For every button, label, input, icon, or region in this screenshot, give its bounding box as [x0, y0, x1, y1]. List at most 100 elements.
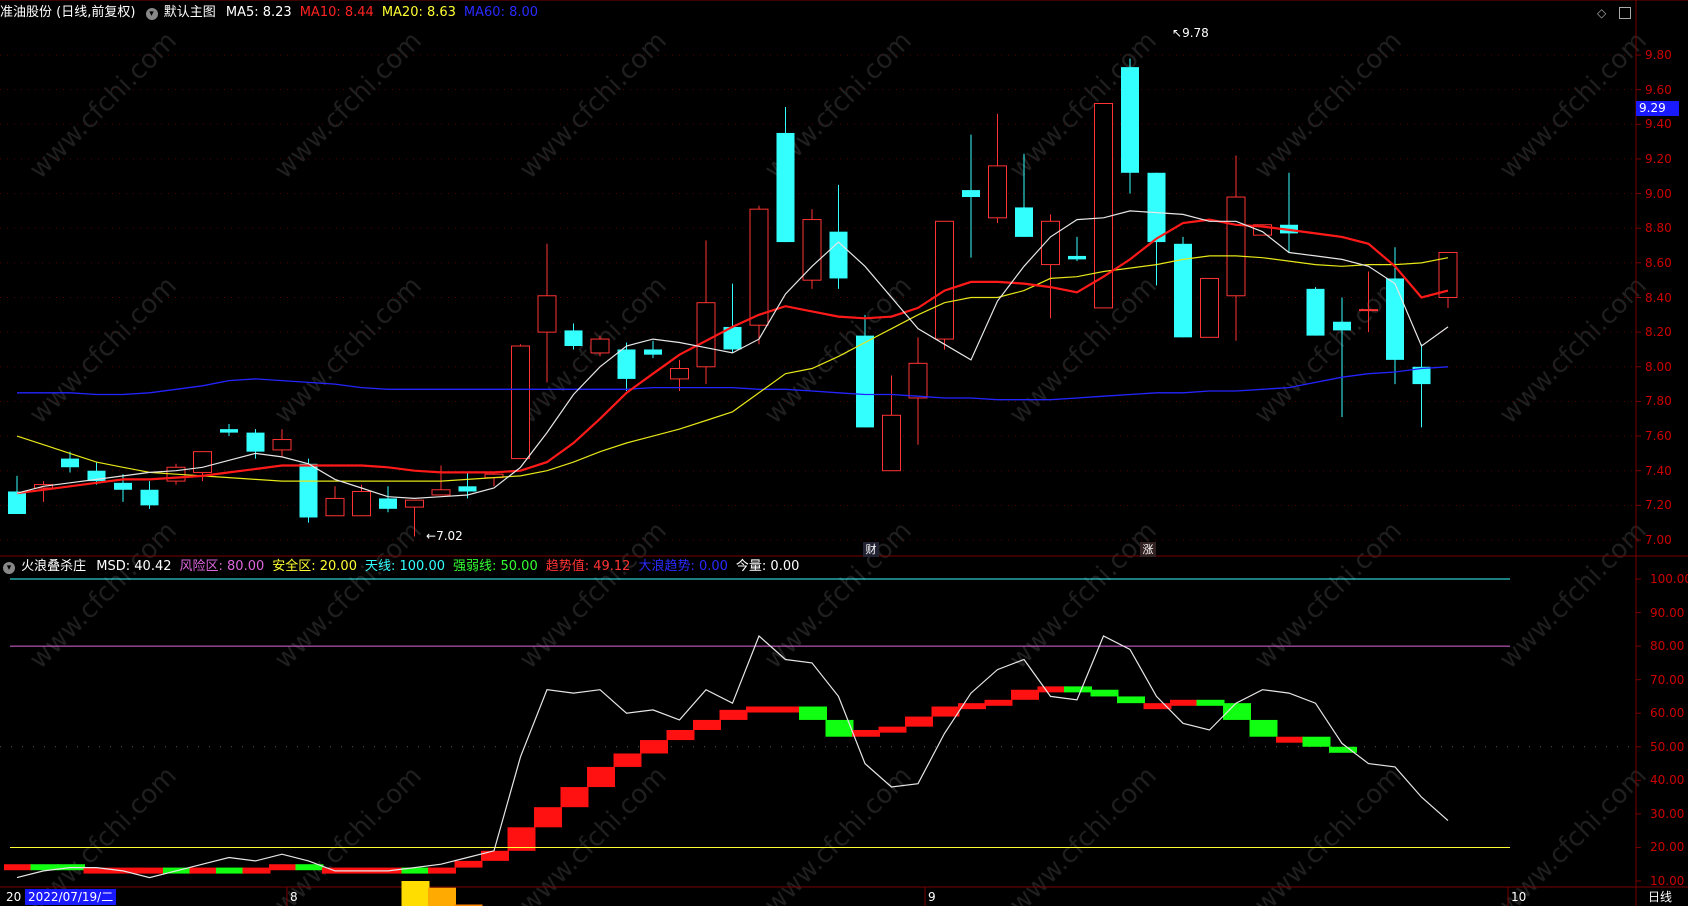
indicator-tick-label: 60.00	[1650, 706, 1685, 721]
low-price-annotation: ←7.02	[426, 528, 463, 544]
watermark-text: www.cfchi.com	[1249, 26, 1408, 185]
candle-up	[670, 368, 689, 380]
price-tick-label: 8.60	[1645, 255, 1672, 270]
month-label: 10	[1511, 890, 1527, 904]
candle-up	[749, 208, 769, 326]
watermark-text: www.cfchi.com	[514, 26, 673, 185]
price-tick-label: 7.40	[1645, 463, 1672, 478]
candle-down	[1386, 278, 1404, 360]
ma-indicator-0: MA5: 8.23	[225, 5, 292, 20]
indicator-param-4: 强弱线: 50.00	[452, 559, 538, 574]
trend-block	[1276, 736, 1304, 743]
candle-down	[1068, 255, 1086, 260]
candle-down	[1121, 67, 1139, 173]
msd-line	[16, 634, 1449, 879]
collapse-icon[interactable]: ▾	[145, 8, 158, 20]
watermark-text: www.cfchi.com	[269, 516, 428, 675]
price-tick-label: 8.00	[1645, 359, 1672, 374]
diamond-icon[interactable]: ◇	[1597, 5, 1606, 21]
trend-block	[878, 726, 907, 733]
trend-block	[1064, 686, 1092, 693]
close-box-icon[interactable]	[1619, 7, 1631, 19]
trend-block	[640, 740, 668, 754]
indicator-tick-label: 10.00	[1650, 874, 1685, 888]
trend-block	[1037, 686, 1066, 693]
low-price-value: 7.02	[436, 529, 463, 543]
trend-block	[216, 867, 244, 874]
cursor-date: 2022/07/19/二	[25, 889, 117, 905]
indicator-param-1: 风险区: 80.00	[179, 559, 265, 574]
sub-header: ▾ 火浪叠杀庄 MSD: 40.42 风险区: 80.00 安全区: 20.00 天线…	[0, 559, 807, 575]
indicator-tick-label: 20.00	[1650, 840, 1685, 855]
watermark-text: www.cfchi.com	[1004, 271, 1163, 430]
candle-up	[537, 295, 557, 333]
indicator-param-list: MSD: 40.42 风险区: 80.00 安全区: 20.00 天线: 100.00…	[96, 559, 807, 574]
candle-up	[696, 302, 716, 368]
indicator-param-0: MSD: 40.42	[96, 559, 172, 574]
watermark-text: www.cfchi.com	[759, 516, 918, 675]
candle-down	[379, 498, 397, 509]
candle-up	[1200, 277, 1219, 338]
watermark-text: www.cfchi.com	[1249, 271, 1408, 430]
main-header: 准油股份 (日线,前复权) ▾ 默认主图 MA5: 8.23 MA10: 8.44…	[0, 5, 546, 23]
candle-up	[1359, 309, 1378, 312]
current-price-badge: 9.29	[1636, 101, 1679, 116]
high-price-value: 9.78	[1182, 26, 1209, 40]
trend-block	[1302, 736, 1331, 747]
event-marker-rise[interactable]: 涨	[1140, 542, 1156, 557]
indicator-param-5: 趋势值: 49.12	[545, 559, 631, 574]
price-tick-label: 7.20	[1645, 498, 1672, 513]
indicator-param-6: 大浪趋势: 0.00	[638, 559, 728, 574]
stock-chart-window[interactable]: www.cfchi.com www.cfchi.com www.cfchi.com w…	[0, 0, 1688, 906]
ma-indicator-2: MA20: 8.63	[381, 5, 456, 20]
trend-block	[931, 706, 960, 717]
candle-up	[988, 165, 1007, 219]
trend-block	[746, 706, 774, 713]
ma60-line	[17, 366, 1449, 401]
candle-down	[246, 432, 265, 452]
month-label: 8	[290, 890, 298, 904]
candle-down	[114, 482, 132, 490]
candle-up	[431, 489, 451, 496]
arrow-icon: ←	[426, 529, 437, 543]
trend-block	[560, 787, 589, 808]
chart-mode-label[interactable]: 默认主图	[164, 5, 216, 20]
candle-up	[590, 338, 610, 354]
stock-title[interactable]: 准油股份 (日线,前复权)	[0, 5, 135, 20]
candle-down	[644, 349, 662, 355]
year-prefix: 20	[6, 890, 22, 904]
price-tick-label: 7.00	[1645, 533, 1672, 547]
trend-block	[1117, 696, 1145, 704]
price-tick-label: 9.60	[1645, 82, 1672, 97]
watermark-text: www.cfchi.com	[24, 26, 183, 185]
trend-block	[587, 766, 615, 788]
watermark-text: www.cfchi.com	[24, 761, 183, 906]
collapse-icon[interactable]: ▾	[3, 562, 15, 574]
indicator-name[interactable]: 火浪叠杀庄	[21, 559, 86, 574]
trend-block	[242, 867, 271, 874]
candle-down	[776, 132, 795, 243]
watermark-text: www.cfchi.com	[1004, 516, 1163, 675]
trend-block	[1011, 689, 1039, 700]
candle-up	[935, 220, 954, 340]
candle-down	[299, 463, 318, 518]
candle-up	[325, 497, 345, 517]
trend-block	[1196, 699, 1225, 706]
chart-canvas[interactable]: www.cfchi.com www.cfchi.com www.cfchi.com w…	[0, 0, 1688, 906]
candle-down	[1147, 172, 1166, 243]
price-tick-label: 9.00	[1645, 186, 1672, 201]
trend-block	[1143, 703, 1172, 710]
indicator-tick-label: 70.00	[1650, 672, 1685, 687]
indicator-param-3: 天线: 100.00	[364, 559, 445, 574]
candle-down	[617, 349, 636, 379]
candle-up	[352, 491, 371, 517]
candle-down	[856, 335, 874, 428]
watermark-text: www.cfchi.com	[1494, 271, 1653, 430]
indicator-tick-label: 50.00	[1650, 739, 1685, 754]
trend-block	[905, 716, 933, 727]
period-label[interactable]: 日线	[1648, 889, 1672, 905]
candle-down	[458, 486, 477, 492]
trend-block	[454, 860, 483, 868]
event-marker-finance[interactable]: 财	[863, 542, 879, 557]
watermark-text: www.cfchi.com	[24, 516, 183, 675]
